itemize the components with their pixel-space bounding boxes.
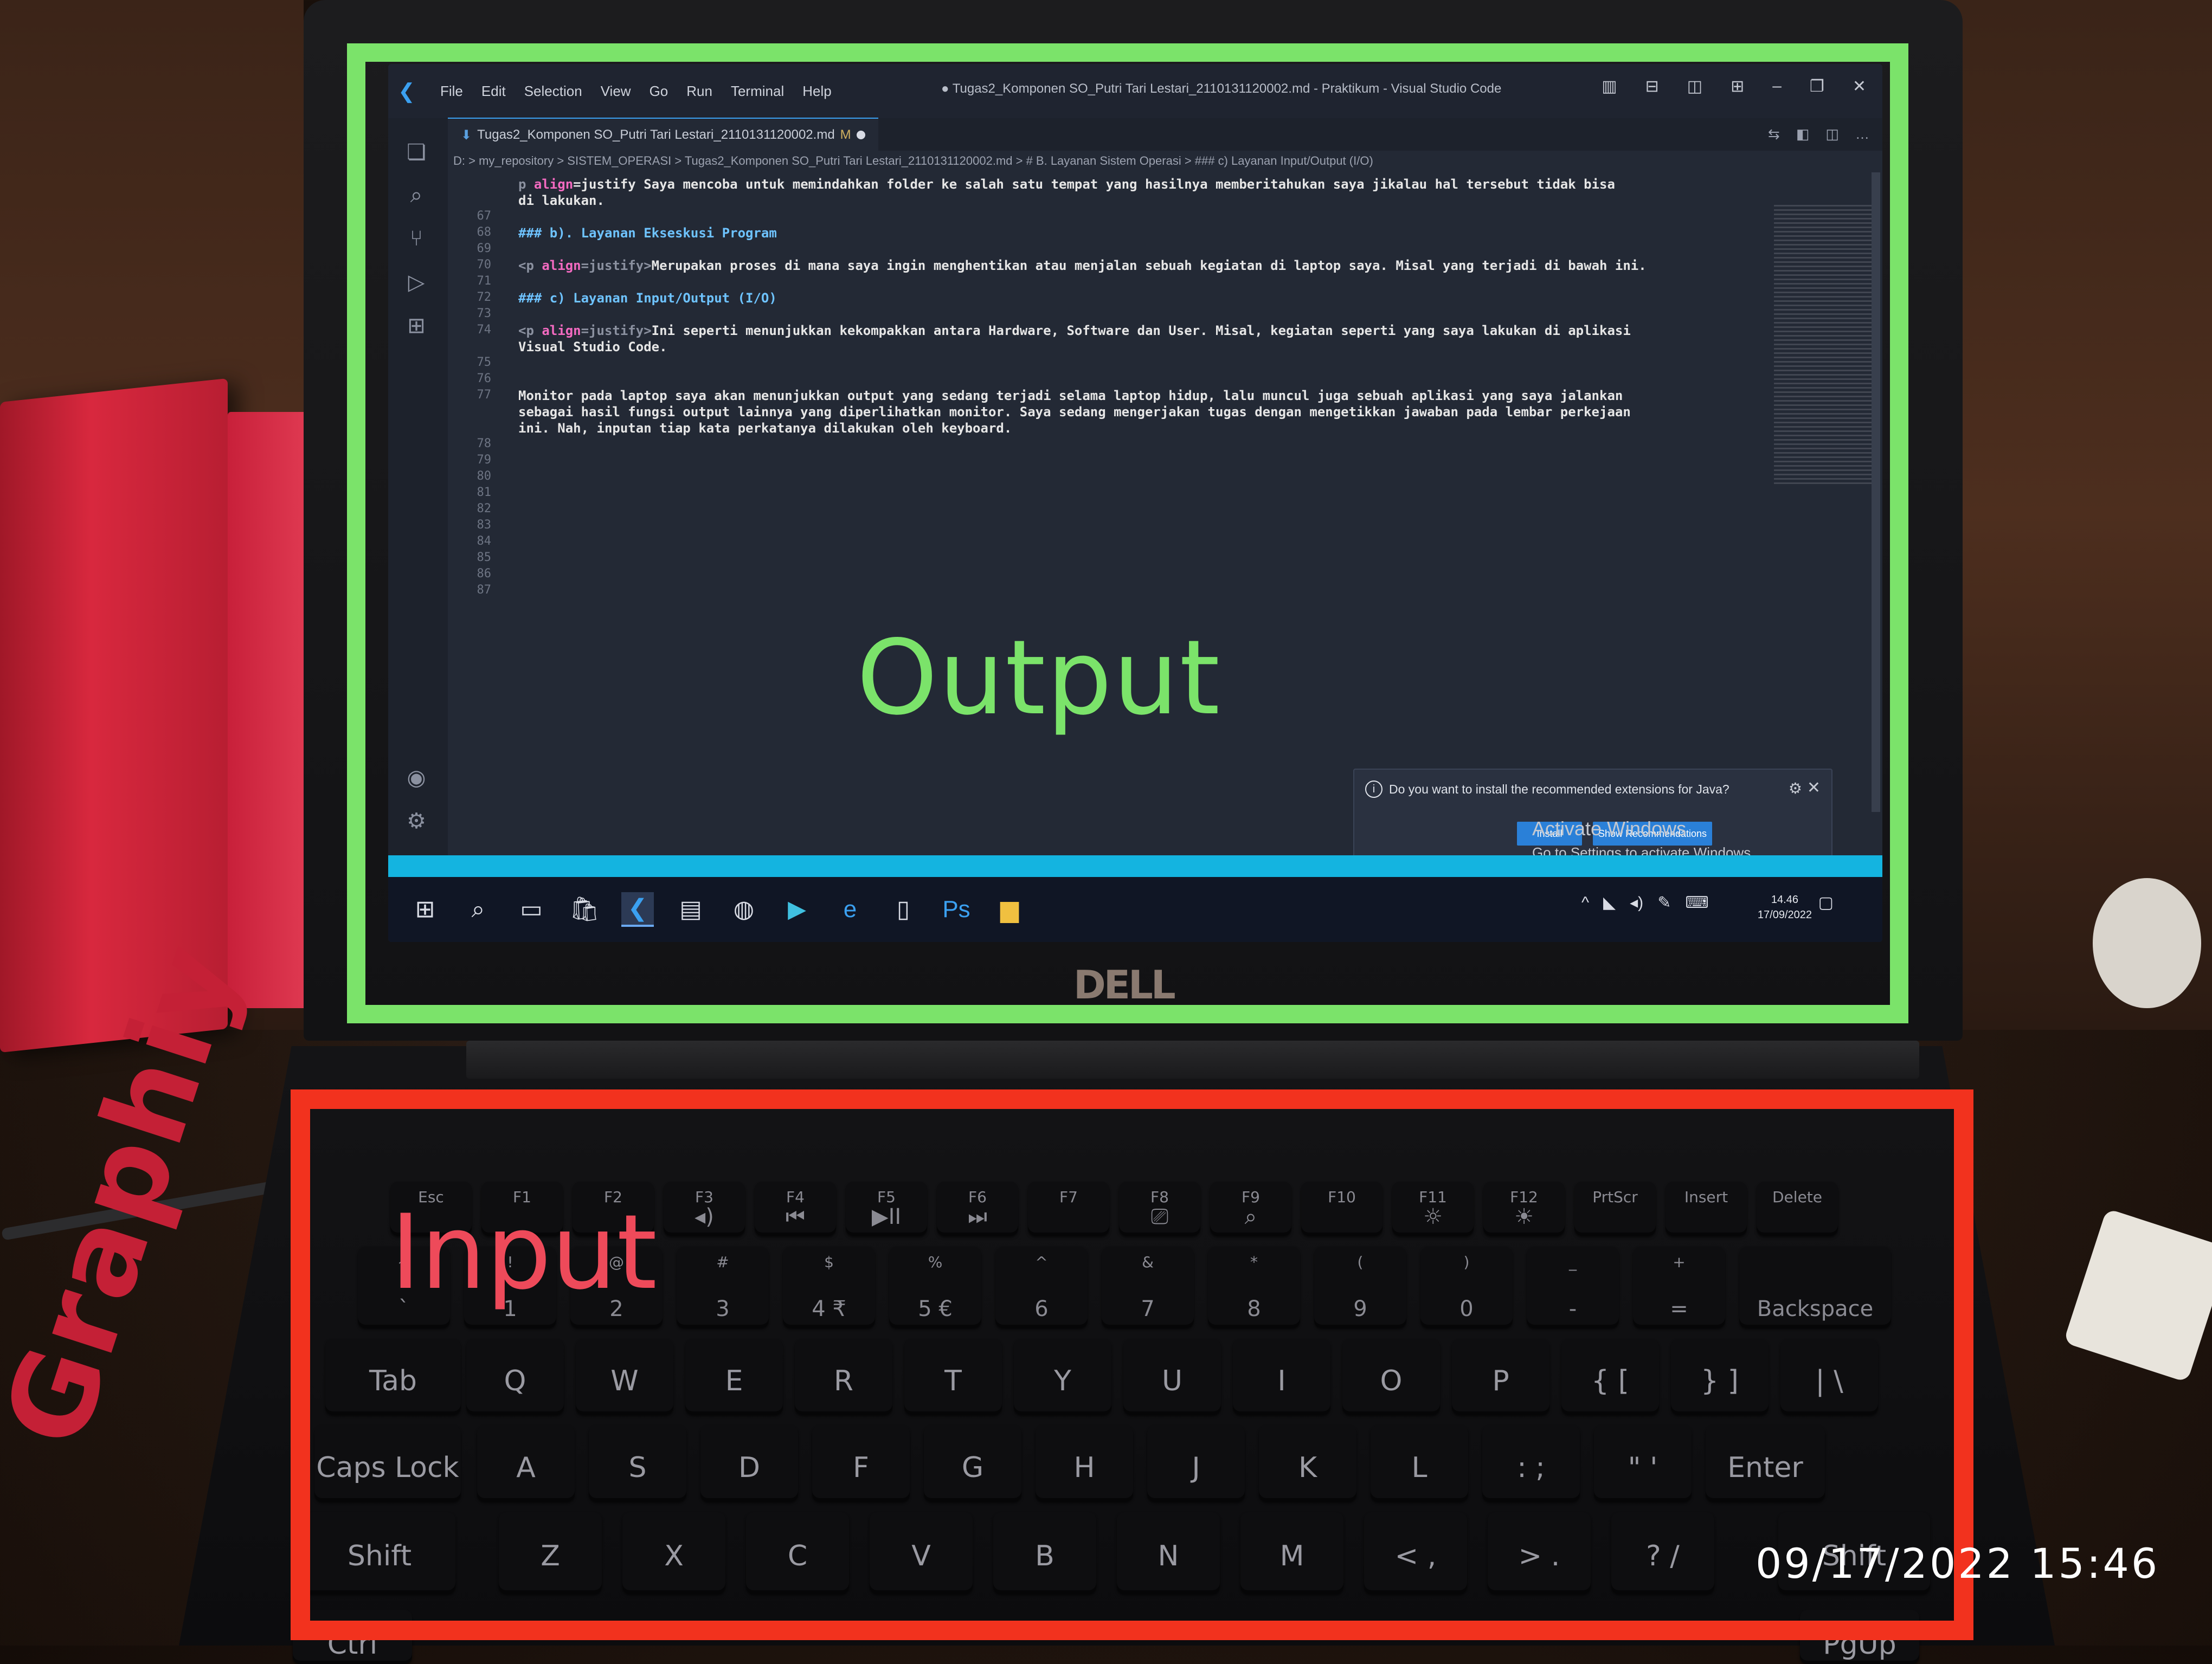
red-binder-spine: [228, 412, 309, 1008]
output-annotation-frame: [347, 43, 1908, 1023]
photo-timestamp: 09/17/2022 15:46: [1756, 1539, 2160, 1588]
input-annotation-frame: [291, 1089, 1973, 1640]
input-annotation-label: Input: [390, 1192, 657, 1312]
background-wall-right: [1930, 0, 2212, 1030]
white-object: [2093, 878, 2201, 1008]
laptop-hinge: [466, 1041, 1919, 1079]
white-object-bottom: [2063, 1208, 2212, 1383]
